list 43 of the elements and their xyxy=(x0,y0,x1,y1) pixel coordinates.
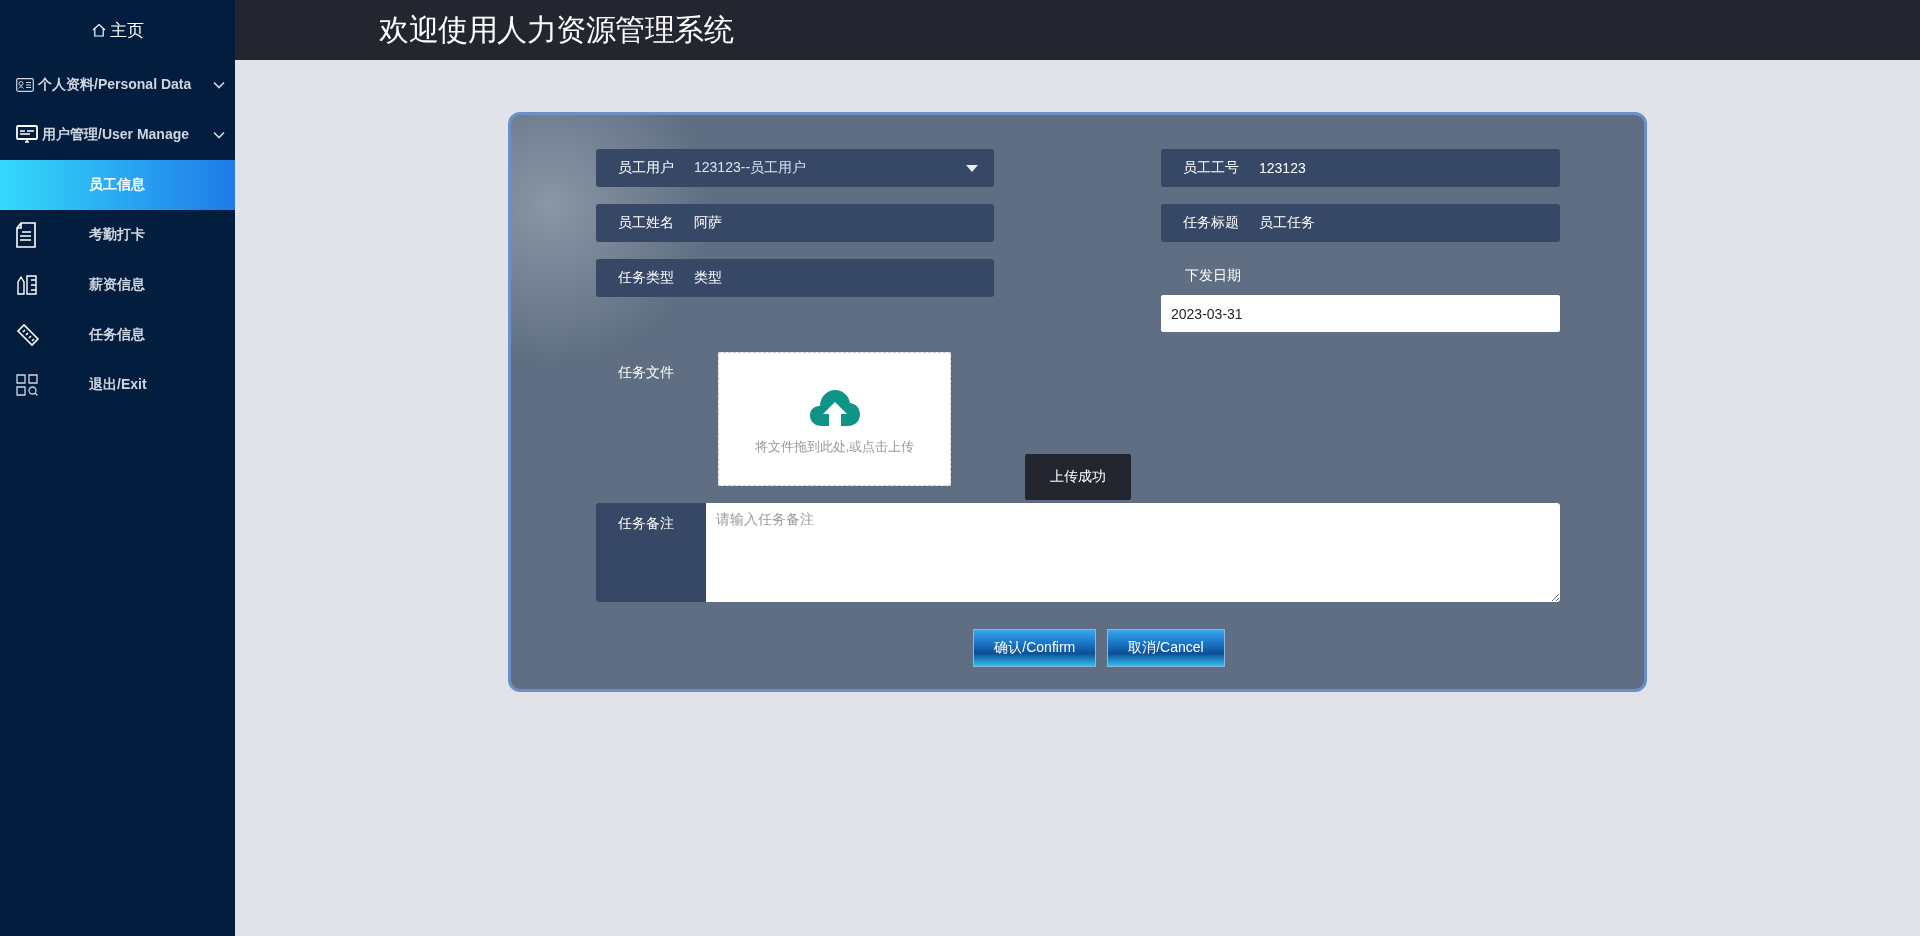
field-label: 员工姓名 xyxy=(617,214,675,232)
success-toast: 上传成功 xyxy=(1025,454,1131,500)
id-card-icon xyxy=(16,78,34,92)
field-value: 123123 xyxy=(1259,160,1307,176)
cancel-button[interactable]: 取消/Cancel xyxy=(1107,629,1225,667)
field-value: 类型 xyxy=(694,269,723,287)
cloud-upload-icon xyxy=(809,390,860,426)
home-icon xyxy=(91,23,106,37)
page-title: 欢迎使用人力资源管理系统 xyxy=(379,11,733,48)
nav-item[interactable]: 任务信息 xyxy=(0,310,235,360)
field-label: 任务备注 xyxy=(617,514,675,533)
document-icon xyxy=(16,222,36,248)
text-field[interactable]: 员工工号 123123 xyxy=(1161,149,1560,187)
date-field[interactable]: 2023-03-31 xyxy=(1161,295,1560,332)
ruler-icon xyxy=(16,323,40,347)
field-label: 员工工号 xyxy=(1182,159,1240,177)
field-label: 员工用户 xyxy=(617,159,675,177)
chevron-down-icon xyxy=(213,131,225,139)
nav-item[interactable]: 退出/Exit xyxy=(0,360,235,410)
text-field[interactable]: 员工姓名 阿萨 xyxy=(596,204,994,242)
nav-item[interactable]: 考勤打卡 xyxy=(0,210,235,260)
menu-item[interactable]: 用户管理/User Manage xyxy=(0,110,235,160)
field-label: 任务文件 xyxy=(617,363,675,382)
monitor-icon xyxy=(16,125,38,145)
menu-item[interactable]: 个人资料/Personal Data xyxy=(0,60,235,110)
field-value: 阿萨 xyxy=(694,214,723,232)
field-label: 任务类型 xyxy=(617,269,675,287)
user-select[interactable]: 员工用户 123123--员工用户 xyxy=(596,149,994,187)
chevron-down-icon xyxy=(213,81,225,89)
confirm-button[interactable]: 确认/Confirm xyxy=(973,629,1097,667)
field-value: 123123--员工用户 xyxy=(694,159,808,177)
text-field[interactable]: 任务类型 类型 xyxy=(596,259,994,297)
home-link[interactable]: 主页 xyxy=(0,0,235,60)
text-field[interactable]: 任务标题 员工任务 xyxy=(1161,204,1560,242)
field-label: 任务标题 xyxy=(1182,214,1240,232)
grid-search-icon xyxy=(16,374,38,396)
caret-icon xyxy=(966,164,978,172)
nav-item[interactable]: 薪资信息 xyxy=(0,260,235,310)
field-label: 下发日期 xyxy=(1184,267,1242,285)
field-value: 员工任务 xyxy=(1259,214,1316,232)
upload-hint: 将文件拖到此处,或点击上传 xyxy=(754,438,915,456)
bottle-ruler-icon xyxy=(16,275,38,295)
remarks-field[interactable]: 请输入任务备注 xyxy=(706,503,1560,602)
